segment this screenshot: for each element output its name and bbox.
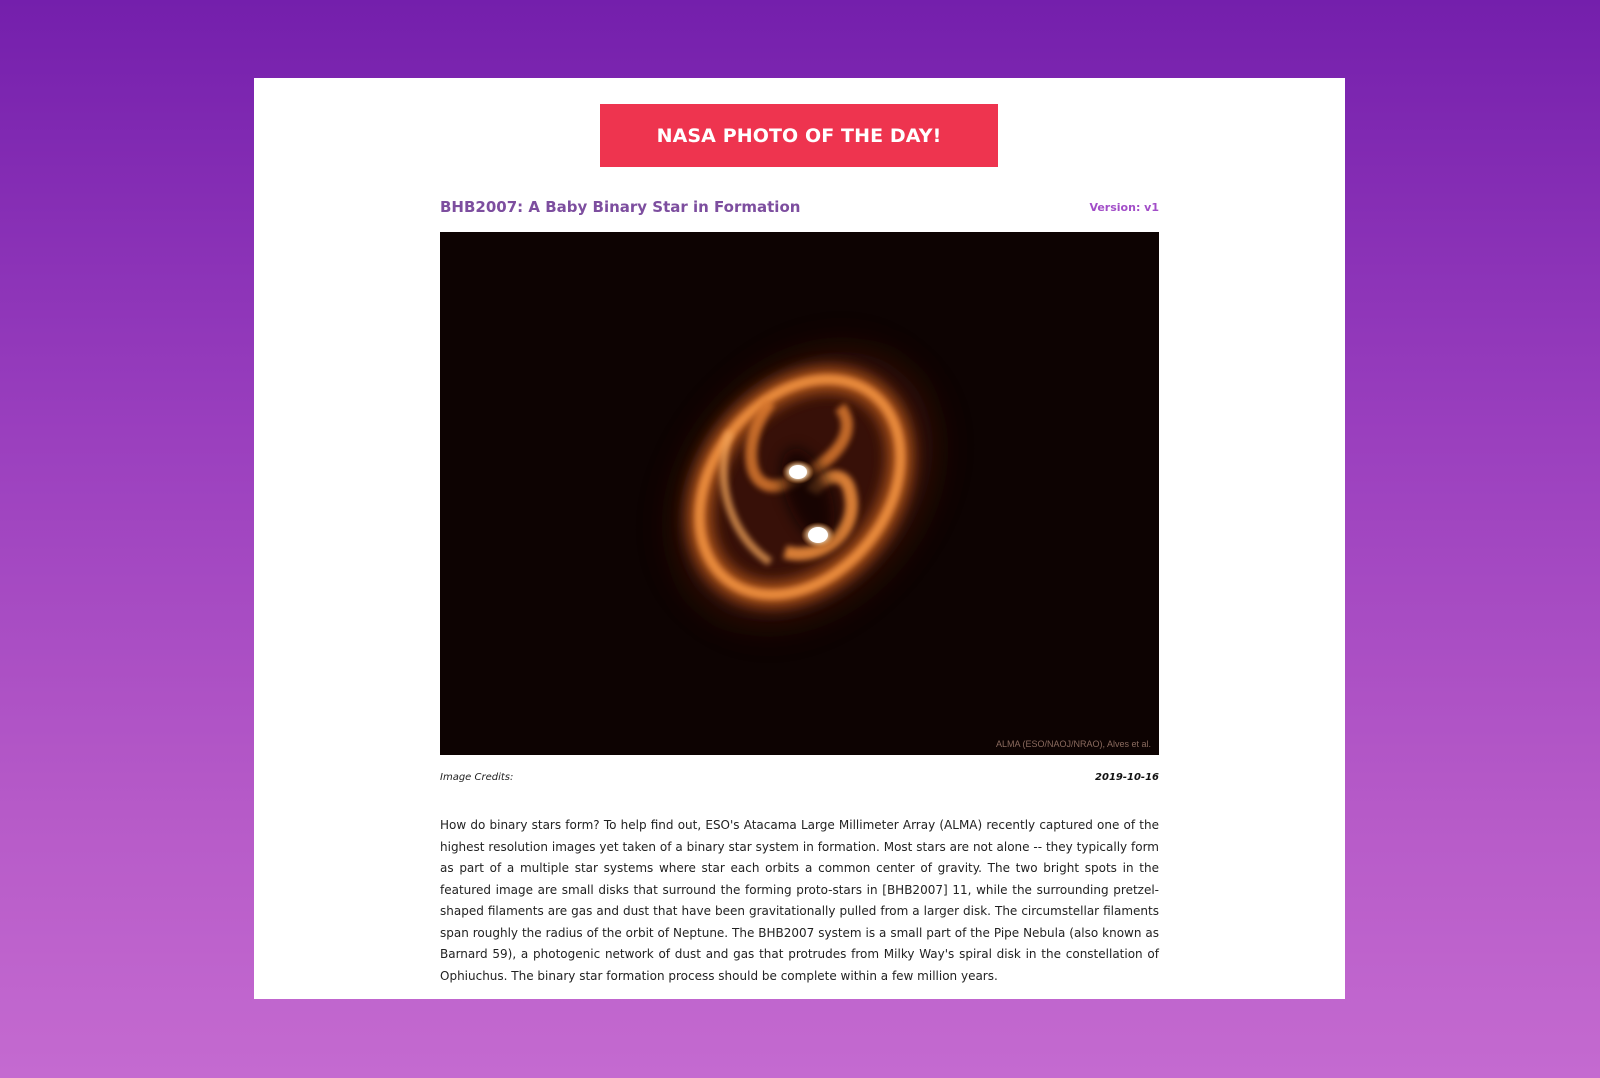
content-card: NASA PHOTO OF THE DAY! BHB2007: A Baby B… — [254, 78, 1345, 999]
astronomy-photo: ALMA (ESO/NAOJ/NRAO), Alves et al. — [440, 232, 1159, 755]
photo-date: 2019-10-16 — [1095, 772, 1159, 783]
photo-title: BHB2007: A Baby Binary Star in Formation — [440, 198, 801, 216]
binary-star-image — [440, 232, 1159, 755]
photo-meta: Image Credits: 2019-10-16 — [440, 772, 1159, 783]
image-watermark: ALMA (ESO/NAOJ/NRAO), Alves et al. — [995, 739, 1151, 749]
image-credits: Image Credits: — [440, 772, 514, 783]
photo-header: BHB2007: A Baby Binary Star in Formation… — [440, 196, 1159, 218]
photo-description: How do binary stars form? To help find o… — [440, 818, 1159, 983]
version-label: Version: v1 — [1089, 200, 1159, 214]
nasa-photo-banner-button[interactable]: NASA PHOTO OF THE DAY! — [600, 104, 998, 167]
